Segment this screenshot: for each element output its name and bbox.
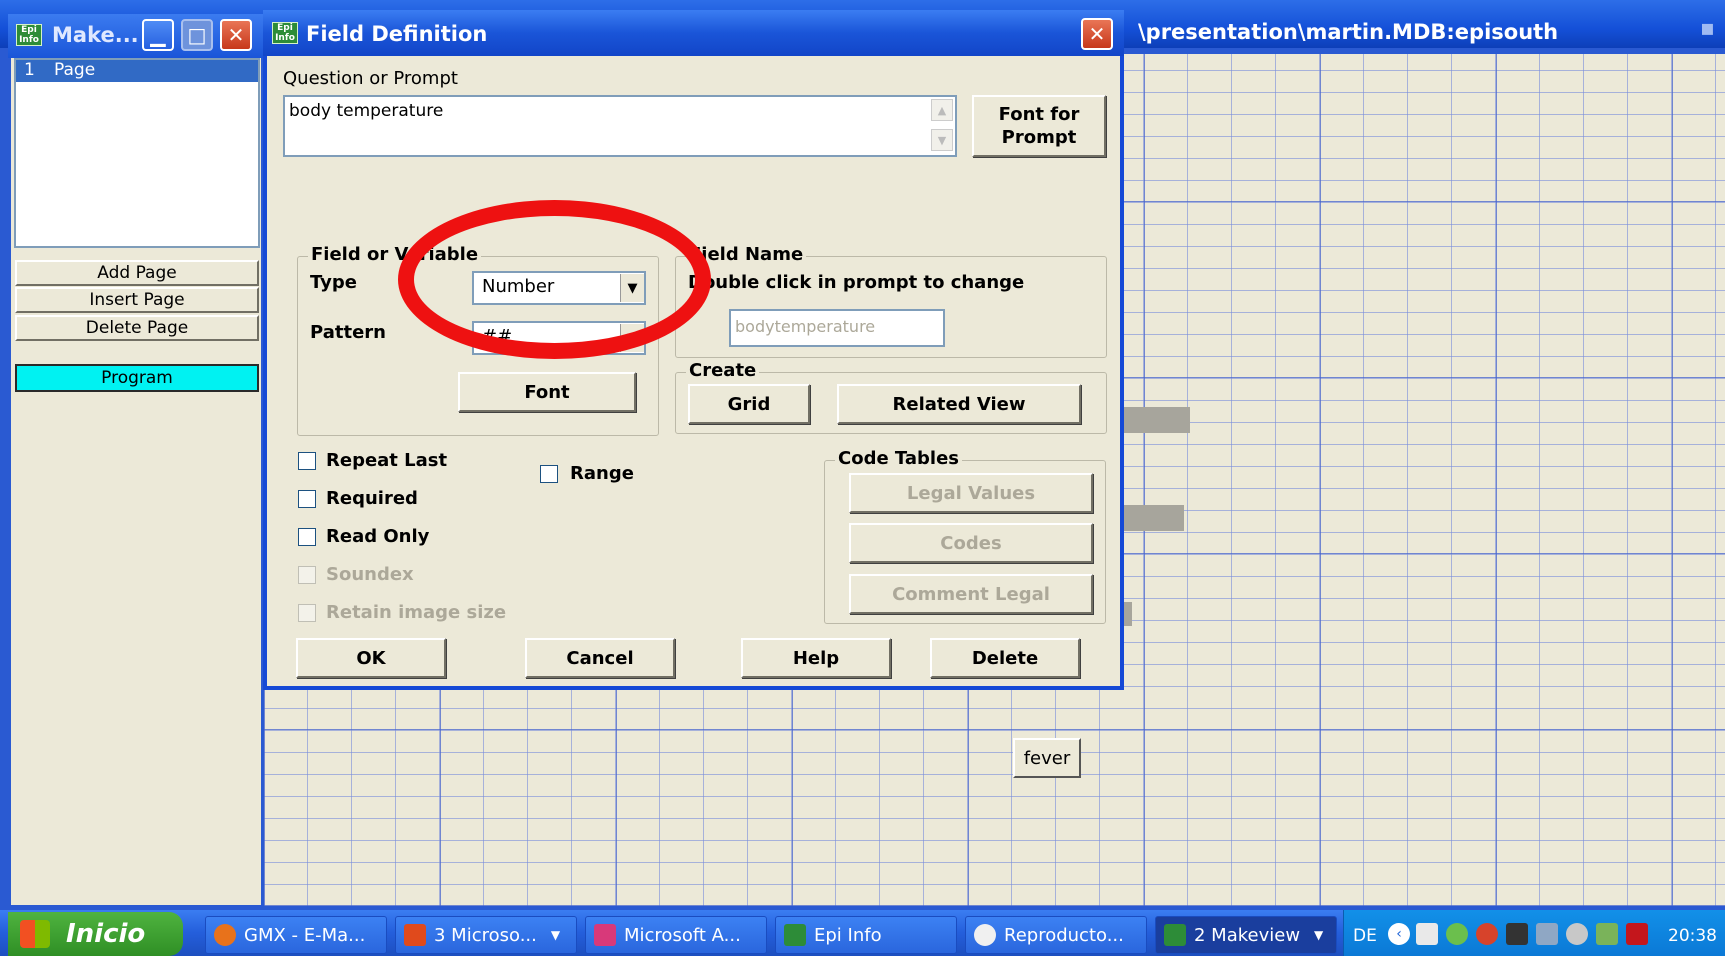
makeview-titlebar-overflow: ▪ <box>1700 16 1715 41</box>
chevron-down-icon: ▼ <box>550 928 561 942</box>
delete-button[interactable]: Delete <box>930 638 1080 678</box>
codes-button: Codes <box>849 523 1093 563</box>
range-label: Range <box>570 463 634 484</box>
code-tables-label: Code Tables <box>835 448 963 469</box>
range-checkbox[interactable] <box>540 465 558 483</box>
font-button[interactable]: Font <box>458 372 636 412</box>
retain-image-size-checkbox <box>298 604 316 622</box>
canvas-field-placeholder[interactable] <box>1124 407 1190 433</box>
scroll-up-button[interactable]: ▲ <box>931 99 953 121</box>
prompt-label: Question or Prompt <box>283 68 458 89</box>
epi-info-app-icon: Epi Info <box>16 24 42 46</box>
taskbar-item-label: Microsoft A... <box>624 924 741 946</box>
grid-button[interactable]: Grid <box>688 384 810 424</box>
language-indicator[interactable]: DE <box>1353 926 1377 946</box>
field-name-input: bodytemperature <box>729 309 945 347</box>
firefox-icon <box>214 924 236 946</box>
maximize-button[interactable]: □ <box>181 19 213 51</box>
outlook-icon <box>404 924 426 946</box>
chevron-left-icon[interactable]: ‹ <box>1388 923 1410 945</box>
antivirus-icon[interactable] <box>1476 923 1498 945</box>
chevron-down-icon: ▼ <box>1314 928 1324 942</box>
canvas-field-placeholder[interactable] <box>1124 505 1184 531</box>
dialog-close-button[interactable]: ✕ <box>1081 18 1113 50</box>
taskbar-item-microsoft-group[interactable]: 3 Microso... ▼ <box>395 916 577 954</box>
create-label: Create <box>686 360 760 381</box>
access-icon <box>594 924 616 946</box>
font-for-prompt-button[interactable]: Font for Prompt <box>972 95 1106 157</box>
read-only-checkbox[interactable] <box>298 528 316 546</box>
usb-icon[interactable] <box>1596 923 1618 945</box>
pattern-label: Pattern <box>310 322 386 343</box>
add-page-button[interactable]: Add Page <box>15 260 259 286</box>
required-label: Required <box>326 488 418 509</box>
prompt-textarea[interactable]: body temperature <box>283 95 957 157</box>
prompt-text: body temperature <box>289 101 444 121</box>
canvas-field-placeholder[interactable] <box>1124 602 1132 626</box>
page-name: Page <box>54 60 96 80</box>
update-icon[interactable] <box>1566 923 1588 945</box>
repeat-last-label: Repeat Last <box>326 450 448 471</box>
epi-info-app-icon: Epi Info <box>272 22 298 44</box>
legal-values-button: Legal Values <box>849 473 1093 513</box>
chevron-down-icon: ▼ <box>937 133 947 147</box>
page-list-window-title: Make... <box>52 23 139 47</box>
retain-image-size-label: Retain image size <box>326 602 507 623</box>
read-only-label: Read Only <box>326 526 430 547</box>
close-icon: ✕ <box>227 23 245 47</box>
taskbar-item-media-player[interactable]: Reproducto... <box>965 916 1147 954</box>
display-icon[interactable] <box>1536 923 1558 945</box>
close-icon: ✕ <box>1088 22 1106 46</box>
required-checkbox[interactable] <box>298 490 316 508</box>
taskbar-item-gmx[interactable]: GMX - E-Ma... <box>205 916 387 954</box>
comment-legal-button: Comment Legal <box>849 574 1093 614</box>
taskbar-item-label: 3 Microso... <box>434 924 537 946</box>
soundex-checkbox <box>298 566 316 584</box>
taskbar-item-label: GMX - E-Ma... <box>244 924 366 946</box>
taskbar-item-microsoft-access[interactable]: Microsoft A... <box>585 916 767 954</box>
volume-icon[interactable] <box>1506 923 1528 945</box>
related-view-button[interactable]: Related View <box>837 384 1081 424</box>
dialog-title: Field Definition <box>306 22 488 46</box>
red-annotation-circle <box>398 200 711 359</box>
page-number: 1 <box>24 60 35 80</box>
minimize-button[interactable]: ▁ <box>142 19 174 51</box>
media-player-icon <box>974 924 996 946</box>
taskbar-item-label: 2 Makeview <box>1194 924 1301 946</box>
page-list[interactable] <box>14 58 260 248</box>
type-label: Type <box>310 272 357 293</box>
help-button[interactable]: Help <box>741 638 891 678</box>
taskbar-item-epi-info[interactable]: Epi Info <box>775 916 957 954</box>
repeat-last-checkbox[interactable] <box>298 452 316 470</box>
taskbar-item-makeview[interactable]: 2 Makeview ▼ <box>1155 916 1337 954</box>
delete-page-button[interactable]: Delete Page <box>15 315 259 341</box>
field-name-value: bodytemperature <box>735 317 876 336</box>
windows-logo-icon <box>20 920 50 948</box>
maximize-icon: □ <box>187 23 207 47</box>
close-window-button[interactable]: ✕ <box>220 19 252 51</box>
taskbar-item-label: Reproducto... <box>1004 924 1124 946</box>
taskbar-item-label: Epi Info <box>814 924 882 946</box>
canvas-field-fever[interactable]: fever <box>1013 738 1081 778</box>
system-clock: 20:38 <box>1668 926 1717 946</box>
scroll-down-button[interactable]: ▼ <box>931 129 953 151</box>
insert-page-button[interactable]: Insert Page <box>15 287 259 313</box>
page-list-item[interactable]: 1 Page <box>16 60 258 82</box>
cancel-button[interactable]: Cancel <box>525 638 675 678</box>
messenger-icon[interactable] <box>1446 923 1468 945</box>
field-name-hint: Double click in prompt to change <box>688 272 1025 293</box>
ok-button[interactable]: OK <box>296 638 446 678</box>
epi-info-icon <box>784 924 806 946</box>
epi-info-icon <box>1164 924 1186 946</box>
makeview-title: \presentation\martin.MDB:episouth <box>1138 20 1559 44</box>
network-icon[interactable] <box>1416 923 1438 945</box>
chevron-up-icon: ▲ <box>937 103 947 117</box>
minimize-icon: ▁ <box>150 23 166 47</box>
soundex-label: Soundex <box>326 564 414 585</box>
mcafee-icon[interactable] <box>1626 923 1648 945</box>
program-button[interactable]: Program <box>15 364 259 392</box>
